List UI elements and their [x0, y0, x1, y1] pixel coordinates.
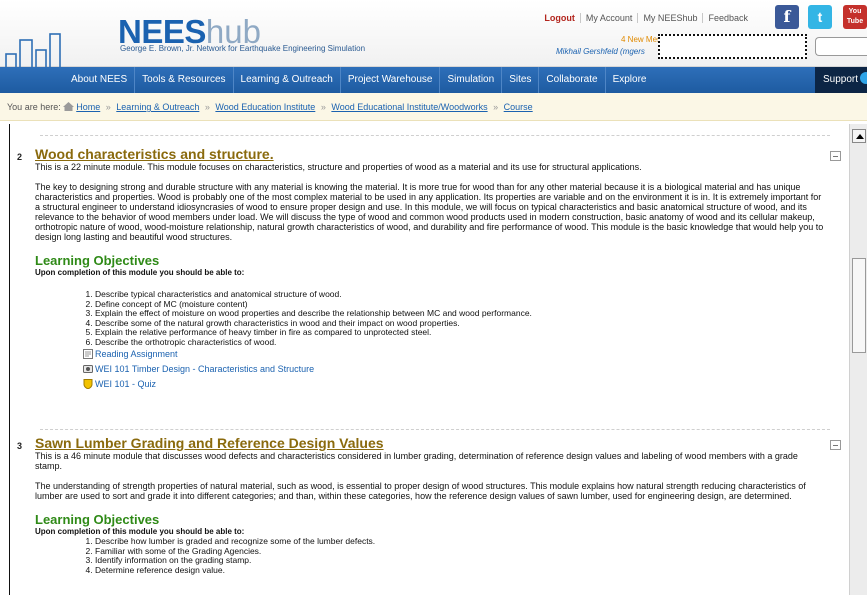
resource-reading-assignment[interactable]: Reading Assignment — [35, 347, 825, 362]
module-3: 3 Sawn Lumber Grading and Reference Desi… — [17, 435, 841, 576]
resource-label: WEI 101 - Quiz — [95, 379, 157, 389]
scroll-up-arrow-icon[interactable] — [852, 129, 866, 143]
breadcrumb-separator: » — [320, 102, 326, 112]
breadcrumb: You are here: Home » Learning & Outreach… — [0, 93, 867, 121]
home-icon — [63, 102, 75, 111]
module-2: 2 Wood characteristics and structure. Th… — [17, 146, 841, 392]
nav-item-collaborate[interactable]: Collaborate — [539, 67, 606, 93]
logout-link[interactable]: Logout — [539, 13, 580, 23]
quiz-badge-icon — [83, 379, 93, 390]
user-name-link[interactable]: Mikhail Gershfeld (mgers — [556, 47, 645, 56]
breadcrumb-prefix: You are here: — [7, 102, 61, 112]
course-content: 2 Wood characteristics and structure. Th… — [9, 124, 849, 595]
module-description: The understanding of strength properties… — [35, 481, 806, 501]
learning-objectives-subheading: Upon completion of this module you shoul… — [35, 268, 245, 277]
my-account-link[interactable]: My Account — [579, 13, 638, 23]
breadcrumb-course[interactable]: Course — [504, 102, 533, 112]
breadcrumb-home[interactable]: Home — [76, 102, 100, 112]
divider — [40, 135, 830, 136]
site-header: NEEShub George E. Brown, Jr. Network for… — [0, 0, 867, 104]
nav-item-sites[interactable]: Sites — [502, 67, 540, 93]
divider — [40, 429, 830, 430]
module-description: The key to designing strong and durable … — [35, 182, 824, 242]
breadcrumb-woodworks[interactable]: Wood Educational Institute/Woodworks — [331, 102, 487, 112]
module-title-link[interactable]: Wood characteristics and structure. — [35, 146, 825, 162]
support-button[interactable]: Support — [815, 67, 867, 93]
module-intro: This is a 22 minute module. This module … — [35, 162, 642, 172]
vertical-scrollbar[interactable] — [849, 124, 867, 595]
objectives-list: Describe typical characteristics and ana… — [35, 289, 825, 348]
browser-page: NEEShub George E. Brown, Jr. Network for… — [0, 0, 867, 595]
presentation-icon — [83, 364, 93, 374]
learning-objectives-heading: Learning Objectives — [35, 512, 160, 527]
resource-quiz[interactable]: WEI 101 - Quiz — [35, 377, 825, 392]
objectives-list: Describe how lumber is graded and recogn… — [35, 536, 825, 576]
breadcrumb-separator: » — [204, 102, 210, 112]
module-intro: This is a 46 minute module that discusse… — [35, 451, 798, 471]
module-title-link[interactable]: Sawn Lumber Grading and Reference Design… — [35, 435, 825, 451]
youtube-icon[interactable]: You Tube — [843, 5, 867, 29]
collapse-icon[interactable] — [830, 151, 841, 161]
breadcrumb-separator: » — [105, 102, 111, 112]
learning-objectives-heading: Learning Objectives — [35, 253, 160, 268]
nav-item-explore[interactable]: Explore — [606, 67, 654, 93]
module-number: 2 — [17, 152, 23, 162]
scrollbar-thumb[interactable] — [852, 258, 866, 353]
support-label: Support — [823, 74, 859, 85]
resource-label: Reading Assignment — [95, 349, 178, 359]
feedback-link[interactable]: Feedback — [702, 13, 753, 23]
account-links: Logout My Account My NEEShub Feedback — [539, 13, 753, 25]
nav-item-tools-resources[interactable]: Tools & Resources — [135, 67, 234, 93]
twitter-icon[interactable]: t — [808, 5, 832, 29]
nav-item-about-nees[interactable]: About NEES — [64, 67, 136, 93]
search-input[interactable] — [815, 37, 867, 56]
nav-item-simulation[interactable]: Simulation — [440, 67, 503, 93]
facebook-icon[interactable]: f — [775, 5, 799, 29]
resource-timber-design-presentation[interactable]: WEI 101 Timber Design - Characteristics … — [35, 362, 825, 377]
focus-outline-box — [658, 34, 807, 59]
resource-label: WEI 101 Timber Design - Characteristics … — [95, 364, 315, 374]
help-icon — [860, 72, 867, 84]
objective-item: Determine reference design value. — [95, 565, 825, 576]
module-number: 3 — [17, 441, 23, 451]
nav-item-learning-outreach[interactable]: Learning & Outreach — [234, 67, 341, 93]
main-nav: About NEES Tools & Resources Learning & … — [0, 67, 867, 93]
breadcrumb-wood-education-institute[interactable]: Wood Education Institute — [215, 102, 315, 112]
nav-item-project-warehouse[interactable]: Project Warehouse — [341, 67, 441, 93]
breadcrumb-learning-outreach[interactable]: Learning & Outreach — [116, 102, 199, 112]
my-neeshub-link[interactable]: My NEEShub — [637, 13, 702, 23]
objective-item: Describe the orthotropic characteristics… — [95, 337, 825, 348]
document-icon — [83, 349, 93, 359]
logo-subtitle: George E. Brown, Jr. Network for Earthqu… — [120, 44, 366, 53]
collapse-icon[interactable] — [830, 440, 841, 450]
breadcrumb-separator: » — [493, 102, 499, 112]
